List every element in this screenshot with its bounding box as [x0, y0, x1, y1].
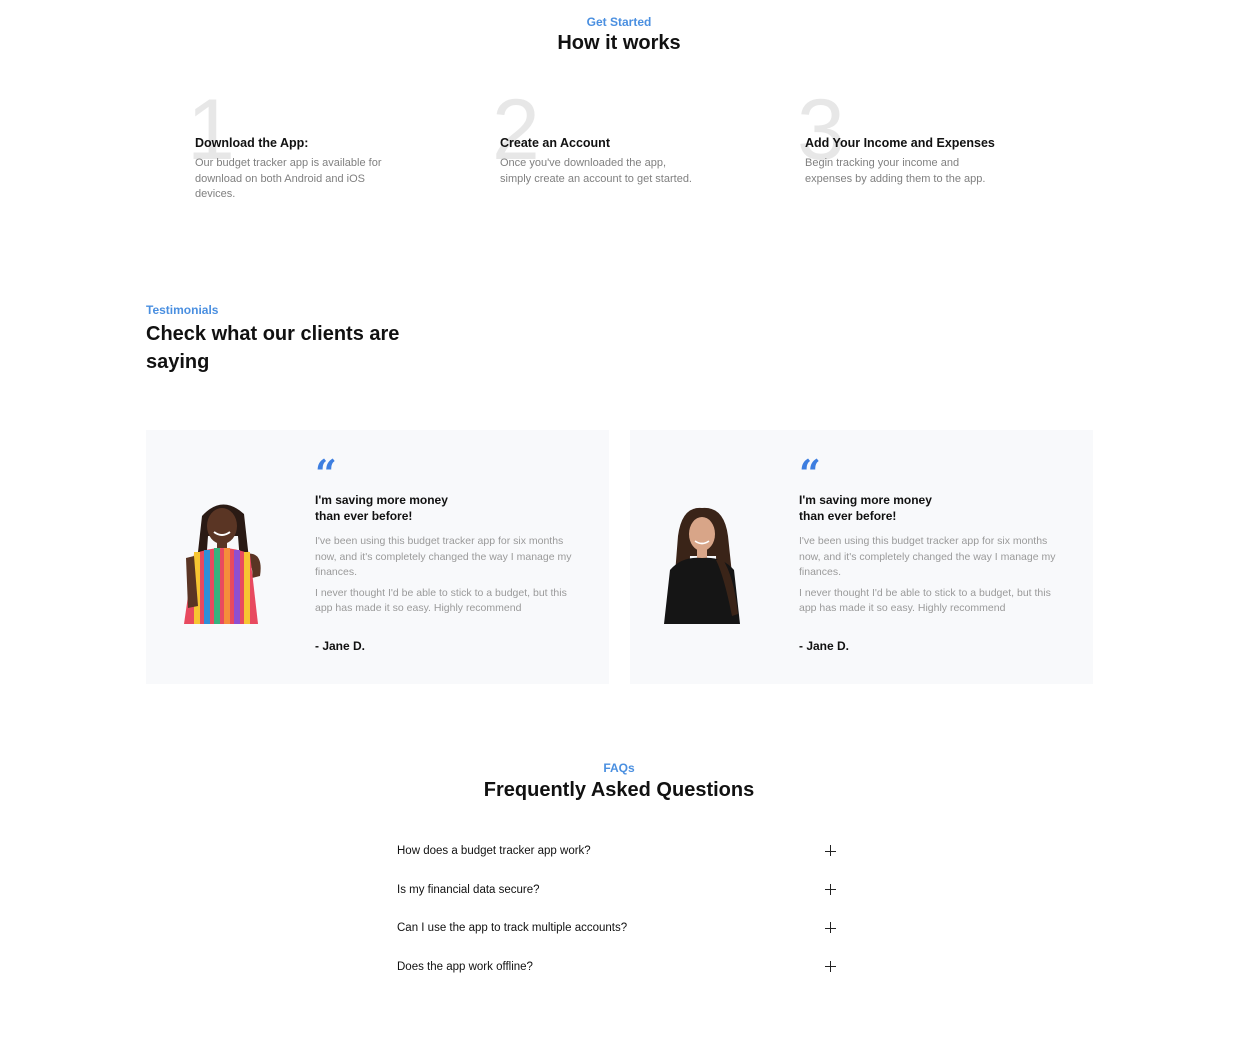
faq-item[interactable]: Is my financial data secure? [397, 878, 843, 917]
step-description: Once you've downloaded the app, simply c… [500, 157, 692, 185]
step-title: Download the App: [195, 136, 309, 150]
testimonial-card: “ I'm saving more money than ever before… [630, 430, 1093, 684]
step-item: 2 Create an Account Once you've download… [492, 87, 730, 215]
testimonial-heading: I'm saving more money than ever before! [799, 493, 932, 523]
step-description: Our budget tracker app is available for … [195, 157, 382, 200]
faq-question[interactable]: Can I use the app to track multiple acco… [397, 916, 627, 934]
testimonial-content: “ I'm saving more money than ever before… [315, 451, 585, 653]
faq-list: How does a budget tracker app work? Is m… [397, 839, 843, 993]
how-it-works-eyebrow: Get Started [586, 15, 652, 29]
step-item: 3 Add Your Income and Expenses Begin tra… [797, 87, 1035, 215]
quote-icon: “ [315, 451, 337, 496]
avatar [664, 507, 740, 624]
step-title: Create an Account [500, 136, 610, 150]
testimonial-content: “ I'm saving more money than ever before… [799, 451, 1069, 653]
faq-question[interactable]: How does a budget tracker app work? [397, 839, 591, 857]
testimonial-text: I never thought I'd be able to stick to … [799, 586, 1051, 615]
testimonials-eyebrow: Testimonials [146, 303, 219, 317]
testimonial-author: - Jane D. [315, 638, 366, 653]
avatar [184, 504, 261, 624]
quote-icon: “ [799, 451, 821, 496]
step-description: Begin tracking your income and expenses … [805, 157, 986, 185]
faq-item[interactable]: Does the app work offline? [397, 955, 843, 994]
faq-title: Frequently Asked Questions [483, 779, 755, 801]
testimonial-author: - Jane D. [799, 638, 850, 653]
testimonial-text: I've been using this budget tracker app … [315, 535, 572, 578]
faq-eyebrow: FAQs [603, 761, 635, 775]
testimonials-title: Check what our clients are saying [146, 323, 400, 373]
plus-icon[interactable] [825, 845, 837, 857]
testimonial-text: I've been using this budget tracker app … [799, 535, 1056, 578]
faq-question[interactable]: Is my financial data secure? [397, 878, 540, 896]
faq-question[interactable]: Does the app work offline? [397, 955, 533, 973]
plus-icon[interactable] [825, 883, 837, 896]
testimonial-heading: I'm saving more money than ever before! [315, 493, 448, 523]
plus-icon[interactable] [825, 922, 837, 934]
testimonial-card: “ I'm saving more money than ever before… [146, 430, 609, 684]
step-item: 1 Download the App: Our budget tracker a… [187, 87, 425, 215]
testimonial-text: I never thought I'd be able to stick to … [315, 586, 567, 615]
plus-icon[interactable] [825, 960, 837, 973]
step-title: Add Your Income and Expenses [805, 136, 995, 150]
faq-item[interactable]: Can I use the app to track multiple acco… [397, 916, 843, 955]
faq-item[interactable]: How does a budget tracker app work? [397, 839, 843, 878]
how-it-works-title: How it works [557, 32, 681, 54]
